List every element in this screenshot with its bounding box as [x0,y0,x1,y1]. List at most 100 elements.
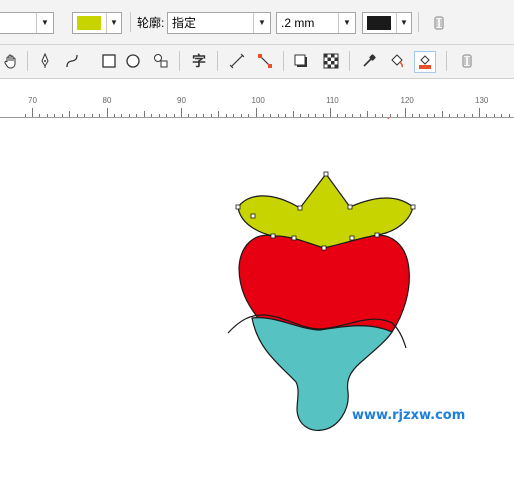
separator [283,51,284,71]
ruler-tick [39,114,41,117]
ruler-tick [277,114,279,117]
ruler-label: 130 [475,96,489,105]
ellipse-tool-icon[interactable] [123,51,143,71]
ruler-tick [486,114,488,117]
ruler-tick [61,114,63,117]
ruler-tick [322,114,324,117]
ruler-tick [367,111,369,117]
ruler-tick [382,114,384,117]
eyedropper-icon[interactable] [359,51,379,71]
ruler-label: 80 [102,96,112,105]
ruler-tick [434,114,436,117]
dimension-tool-icon[interactable] [227,51,247,71]
smart-fill-icon[interactable] [414,51,436,73]
outline-color-picker[interactable]: ▼ [362,12,412,34]
ruler-tick [121,114,123,117]
ruler-tick [411,114,413,117]
transparency-icon[interactable] [321,51,341,71]
ruler-tick [262,114,264,117]
watermark-text: www.rjzxw.com [352,408,466,423]
ruler-tick [330,108,331,117]
interactive-fill-icon[interactable] [387,51,407,71]
ruler-tick [181,108,182,117]
ruler-tick [166,114,168,117]
rectangle-tool-icon[interactable] [99,51,119,71]
ruler-label: 100 [251,96,265,105]
ruler-tick [210,114,212,117]
ruler-tick [419,114,421,117]
bezier-curve-icon[interactable] [62,51,82,71]
ruler-tick [99,114,101,117]
ruler-tick [404,108,406,117]
chevron-down-icon[interactable]: ▼ [106,13,121,33]
ruler-tick [300,114,302,117]
ruler-tick [46,114,48,117]
previous-dropdown[interactable]: ▼ [0,12,54,34]
outline-label: 轮廓: [137,16,165,30]
ruler-tick [441,111,443,117]
ruler-tick [456,114,458,117]
ruler-tick [479,108,480,117]
outline-style-select[interactable]: 指定 ▼ [167,12,271,34]
fill-color-picker[interactable]: ▼ [72,12,122,34]
chevron-down-icon[interactable]: ▼ [253,13,270,33]
separator [179,51,180,71]
chevron-down-icon[interactable]: ▼ [338,13,355,33]
ruler-tick [143,111,145,117]
ruler-tick [374,114,376,117]
ruler-tick [158,114,160,117]
ruler-label: 70 [28,96,37,105]
fill-color-swatch[interactable] [77,16,101,30]
horizontal-ruler[interactable]: 70 80 90 100 110 120 130 [0,95,514,118]
connector-tool-icon[interactable] [255,51,275,71]
ruler-tick [69,111,71,117]
ruler-tick [255,108,257,117]
outline-width-value: .2 mm [281,16,315,30]
ruler-tick [136,114,138,117]
ruler-tick [24,114,26,117]
ruler-tick [240,114,242,117]
ruler-tick [248,114,250,117]
ruler-tick [315,114,317,117]
ruler-tick [76,114,78,117]
chevron-down-icon[interactable]: ▼ [396,13,411,33]
ruler-tick [389,114,391,117]
ruler-tick [54,114,56,117]
ruler-tick [471,114,473,117]
lock-options-icon[interactable] [429,13,449,33]
chevron-down-icon[interactable]: ▼ [36,13,53,33]
ruler-tick [173,114,175,117]
ruler-tick [359,114,361,117]
ruler-tick [128,114,130,117]
ruler-tick [464,114,466,117]
ruler-tick [195,114,197,117]
pan-hand-icon[interactable] [1,51,21,71]
separator [418,12,419,32]
ruler-tick [344,114,346,117]
ruler-label: 120 [400,96,414,105]
ruler-tick [91,114,93,117]
ruler-tick [397,114,399,117]
ruler-tick [218,111,220,117]
ruler-tick [501,114,503,117]
ruler-tick [352,114,354,117]
text-tool-icon[interactable]: 字 [189,51,209,71]
outline-color-swatch[interactable] [367,16,391,30]
ruler-tick [449,114,451,117]
ruler-tick [113,114,115,117]
toolbox: 字 [0,45,514,79]
separator [130,12,131,32]
separator [217,51,218,71]
separator [446,51,447,71]
ruler-tick [292,111,294,117]
outline-style-value: 指定 [172,16,197,30]
drop-shadow-icon[interactable] [291,51,311,71]
ruler-label: 90 [177,96,186,105]
outline-width-select[interactable]: .2 mm ▼ [276,12,356,34]
ruler-tick [307,114,309,117]
lock-options-icon[interactable] [457,51,477,71]
drawing-canvas[interactable]: www.rjzxw.com [0,26,514,494]
shapes-tool-icon[interactable] [151,51,171,71]
property-bar: ▼ ▼ 轮廓: 指定 ▼ .2 mm ▼ ▼ [0,0,514,45]
pen-tool-icon[interactable] [35,51,55,71]
